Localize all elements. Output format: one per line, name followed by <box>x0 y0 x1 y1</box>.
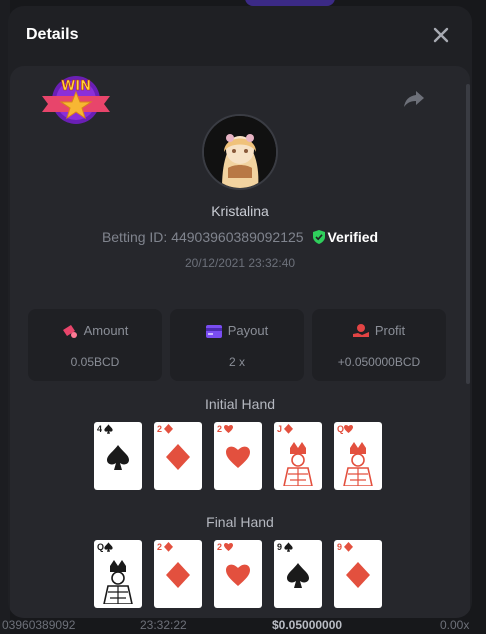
payout-value: 2 x <box>228 355 245 369</box>
payout-icon <box>205 325 222 338</box>
face-card-figure-icon <box>343 442 373 486</box>
face-card-figure-icon <box>283 442 313 486</box>
heart-icon <box>344 425 353 433</box>
diamond-icon <box>164 424 173 434</box>
details-modal: Details WIN Kristalina Betting ID: 44903… <box>8 6 472 618</box>
modal-title: Details <box>26 26 79 43</box>
card-rank: 2 <box>157 542 163 552</box>
background-payout: 0.00x <box>440 618 470 632</box>
card-rank: J <box>277 424 283 434</box>
final-hand-title: Final Hand <box>206 514 274 530</box>
heart-icon <box>224 543 233 551</box>
card-rank: Q <box>337 424 345 434</box>
spade-icon <box>104 424 113 434</box>
heart-icon <box>224 425 233 433</box>
betting-id-label: Betting ID: <box>101 229 168 245</box>
close-icon[interactable] <box>432 26 450 44</box>
diamond-icon <box>284 424 293 434</box>
playing-card: 9 <box>334 540 382 608</box>
playing-card: Q <box>334 422 382 490</box>
playing-card: 2 <box>154 422 202 490</box>
betting-id-value: 44903960389092125 <box>171 229 304 245</box>
card-rank: Q <box>97 542 105 552</box>
spade-icon <box>284 542 293 552</box>
profit-icon <box>352 324 369 337</box>
avatar <box>202 114 278 190</box>
spade-icon <box>104 542 113 552</box>
background-amount: $0.05000000 <box>272 618 343 632</box>
avatar-image-icon <box>204 116 276 188</box>
card-rank: 9 <box>277 542 283 552</box>
profit-label: Profit <box>374 323 406 338</box>
username: Kristalina <box>211 203 269 219</box>
card-rank: 9 <box>337 542 343 552</box>
win-badge-label: WIN <box>61 79 91 94</box>
playing-card: 2 <box>214 422 262 490</box>
playing-card: 2 <box>154 540 202 608</box>
payout-stat: Payout 2 x <box>170 309 304 381</box>
share-icon[interactable] <box>404 90 424 108</box>
face-card-figure-icon <box>103 560 133 604</box>
diamond-icon <box>344 542 353 552</box>
bet-timestamp: 20/12/2021 23:32:40 <box>184 256 296 270</box>
verified-label: Verified <box>327 229 379 245</box>
spade-icon <box>287 563 309 588</box>
card-rank: 2 <box>217 424 223 434</box>
heart-icon <box>226 564 250 586</box>
profit-value: +0.050000BCD <box>337 355 421 369</box>
profit-stat: Profit +0.050000BCD <box>312 309 446 381</box>
amount-value: 0.05BCD <box>70 355 120 369</box>
diamond-icon <box>164 542 173 552</box>
payout-label: Payout <box>227 323 269 338</box>
background-bet-id: 03960389092 <box>2 618 76 632</box>
amount-icon <box>62 325 77 338</box>
background-time: 23:32:22 <box>140 618 187 632</box>
amount-stat: Amount 0.05BCD <box>28 309 162 381</box>
card-rank: 2 <box>157 424 163 434</box>
spade-icon <box>107 445 129 470</box>
card-rank: 4 <box>97 424 103 434</box>
initial-hand-title: Initial Hand <box>204 396 276 412</box>
win-badge-icon: WIN <box>42 76 110 124</box>
playing-card: 2 <box>214 540 262 608</box>
verified-shield-icon <box>313 230 326 244</box>
background-table-row: 03960389092 23:32:22 $0.05000000 0.00x <box>0 616 486 634</box>
playing-card: 4 <box>94 422 142 490</box>
card-rank: 2 <box>217 542 223 552</box>
playing-card: Q <box>94 540 142 608</box>
amount-label: Amount <box>83 323 129 338</box>
playing-card: J <box>274 422 322 490</box>
betting-id-line: Betting ID: 44903960389092125 Verified <box>8 229 472 245</box>
playing-card: 9 <box>274 540 322 608</box>
diamond-icon <box>346 562 370 588</box>
diamond-icon <box>166 562 190 588</box>
diamond-icon <box>166 444 190 470</box>
heart-icon <box>226 446 250 468</box>
